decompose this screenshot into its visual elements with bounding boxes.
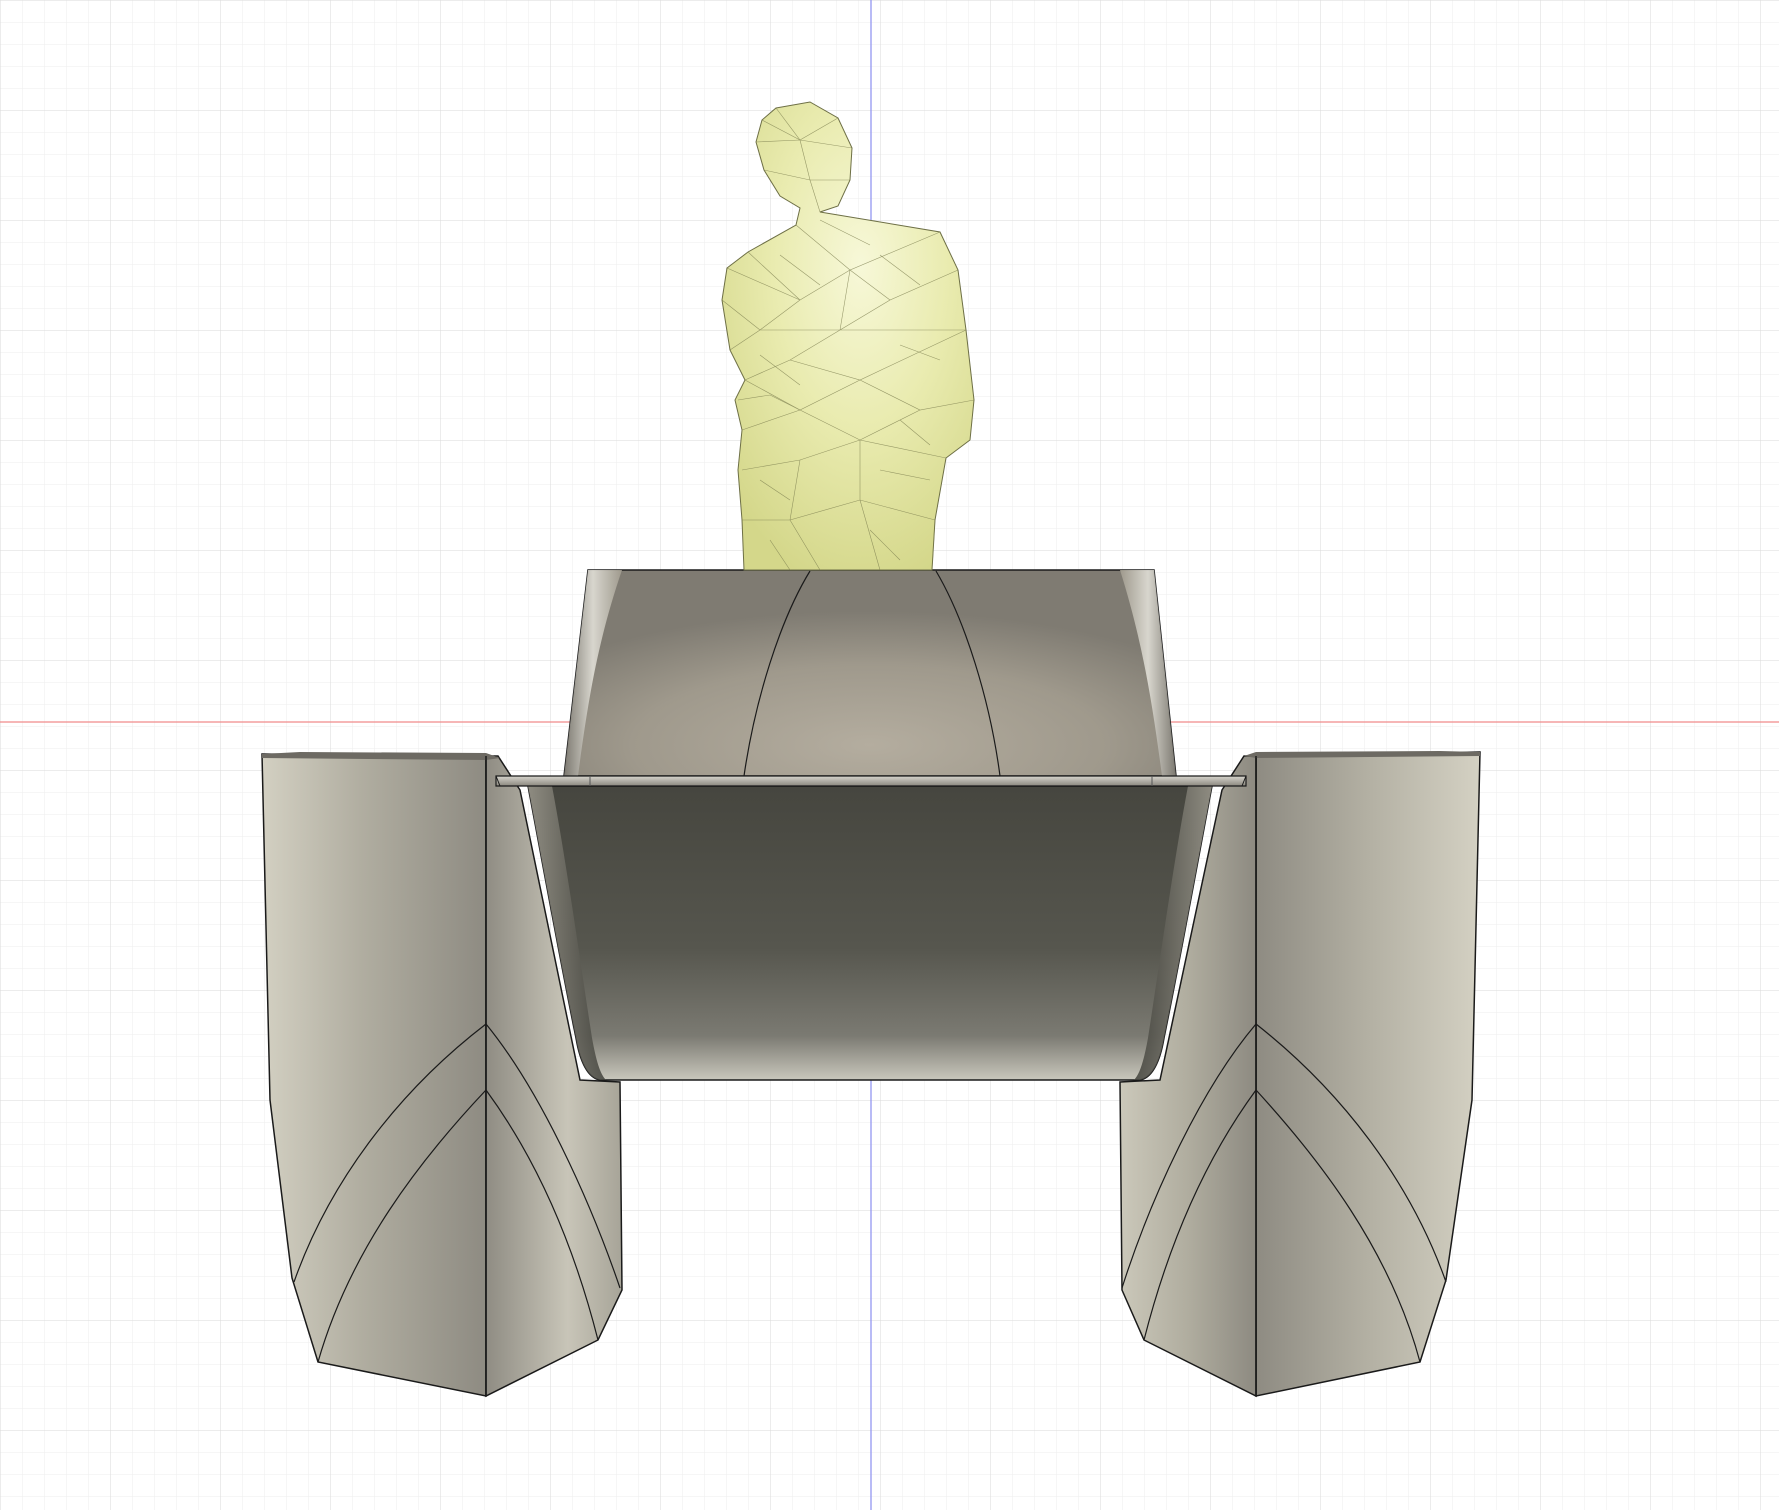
- deck-plate[interactable]: [495, 775, 1247, 787]
- tunnel-face: [527, 785, 1213, 1081]
- cabin-top-body: [563, 569, 1177, 777]
- cabin-top[interactable]: [563, 569, 1177, 777]
- design-canvas[interactable]: [0, 0, 1779, 1510]
- deck-plate-body: [495, 775, 1247, 787]
- center-tunnel[interactable]: [527, 785, 1213, 1081]
